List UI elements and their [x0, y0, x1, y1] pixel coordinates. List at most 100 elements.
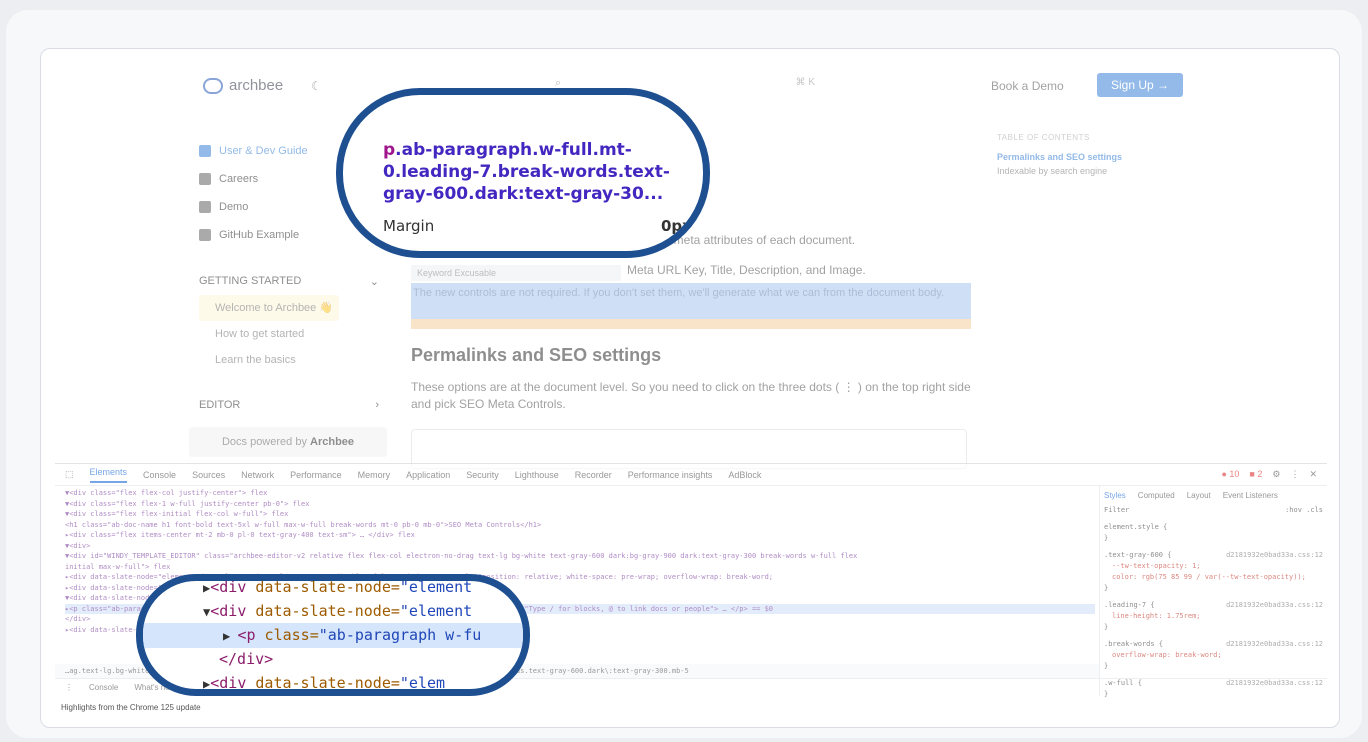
toc-title: TABLE OF CONTENTS	[997, 133, 1090, 142]
sidebar-subitem[interactable]: Learn the basics	[199, 347, 379, 373]
powered-text: Docs powered by	[221, 436, 307, 448]
dom-tree-line[interactable]: ▼<div class="flex flex-1 w-full justify-…	[65, 499, 1095, 510]
tab-layout[interactable]: Layout	[1187, 490, 1211, 501]
section-label: EDITOR	[199, 399, 241, 411]
css-rule[interactable]: element.style {}	[1104, 522, 1323, 544]
toc-item[interactable]: Permalinks and SEO settings	[997, 152, 1257, 162]
screenshot-frame: archbee ☾ ⌕ ⌘ K Book a Demo Sign Up → Us…	[6, 10, 1362, 738]
sidebar-item-github-example[interactable]: GitHub Example	[199, 221, 379, 249]
close-icon[interactable]: ✕	[1309, 469, 1317, 480]
meta-description-line: O meta attributes of each document.	[661, 233, 856, 247]
dom-tree-line[interactable]: ▼<div>	[65, 541, 1095, 552]
more-icon[interactable]: ⋮	[65, 683, 73, 692]
dom-tree-line[interactable]: <h1 class="ab-doc-name h1 font-bold text…	[65, 520, 1095, 531]
tab-memory[interactable]: Memory	[358, 470, 391, 480]
section-label: GETTING STARTED	[199, 275, 302, 287]
css-property[interactable]: line-height: 1.75rem;	[1104, 611, 1323, 622]
powered-by-badge[interactable]: Docs powered by Archbee	[189, 427, 387, 457]
sidebar-item-label: Careers	[219, 173, 259, 185]
dom-tree-line[interactable]: initial max-w-full"> flex	[65, 562, 1095, 573]
css-property[interactable]: color: rgb(75 85 99 / var(--tw-text-opac…	[1104, 572, 1323, 583]
tab-adblock[interactable]: AdBlock	[728, 470, 761, 480]
table-of-contents: TABLE OF CONTENTS Permalinks and SEO set…	[997, 133, 1257, 176]
css-rule-close: }	[1104, 662, 1109, 670]
css-rule[interactable]: .leading-7 {d2181932e0bad33a.css:12 line-…	[1104, 600, 1323, 633]
sidebar-subitem[interactable]: Welcome to Archbee 👋	[199, 295, 339, 321]
tab-lighthouse[interactable]: Lighthouse	[515, 470, 559, 480]
section-heading: Permalinks and SEO settings	[411, 345, 662, 365]
margin-value: 0px	[661, 217, 692, 235]
dom-tree-line[interactable]: ▼<div id="WINDY_TEMPLATE_EDITOR" class="…	[65, 551, 1095, 562]
css-source-link[interactable]: d2181932e0bad33a.css:12	[1226, 600, 1323, 611]
filter-options[interactable]: :hov .cls	[1285, 505, 1323, 516]
dom-line-selected[interactable]: ▶ <p class="ab-paragraph w-fu	[143, 623, 523, 648]
tab-sources[interactable]: Sources	[192, 470, 225, 480]
devtools-status: ● 10 ■ 2 ⚙ ⋮ ✕	[1221, 469, 1327, 480]
highlighted-paragraph: The new controls are not required. If yo…	[411, 283, 971, 319]
css-rules: element.style {} .text-gray-600 {d2181932…	[1104, 522, 1323, 700]
tab-network[interactable]: Network	[241, 470, 274, 480]
devtools-tabbar: ⬚ Elements Console Sources Network Perfo…	[55, 464, 1327, 486]
settings-icon[interactable]: ⚙	[1272, 469, 1280, 480]
tab-event-listeners[interactable]: Event Listeners	[1223, 490, 1278, 501]
css-rule[interactable]: .break-words {d2181932e0bad33a.css:12 ove…	[1104, 639, 1323, 672]
error-count[interactable]: ● 10	[1221, 469, 1239, 480]
magnifier-dom-callout: ▶<div data-slate-node="element ▼<div dat…	[136, 574, 530, 696]
sidebar-item-label: GitHub Example	[219, 229, 300, 241]
tag: <p	[237, 626, 265, 644]
tab-console[interactable]: Console	[143, 470, 176, 480]
css-rule-close: }	[1104, 534, 1109, 542]
more-icon[interactable]: ⋮	[1290, 469, 1299, 480]
margin-label: Margin	[383, 217, 435, 235]
inspect-icon[interactable]: ⬚	[65, 469, 74, 480]
sidebar-section-getting-started[interactable]: GETTING STARTED ⌄	[199, 267, 379, 295]
dom-line: ▶<div data-slate-node="element	[203, 578, 473, 596]
tab-computed[interactable]: Computed	[1138, 490, 1175, 501]
css-source-link[interactable]: d2181932e0bad33a.css:12	[1226, 550, 1323, 561]
styles-tabs: Styles Computed Layout Event Listeners	[1104, 490, 1323, 501]
tab-elements[interactable]: Elements	[89, 467, 128, 483]
filter-placeholder: Filter	[1104, 506, 1130, 514]
dom-tree-line[interactable]: ▼<div class="flex flex-col justify-cente…	[65, 488, 1095, 499]
keyword-field[interactable]: Keyword Excusable	[411, 265, 621, 281]
search-shortcut: ⌘ K	[795, 77, 815, 88]
attr: data-slate-node=	[255, 674, 400, 692]
drawer-tab-console[interactable]: Console	[89, 683, 118, 692]
archbee-logo[interactable]: archbee	[203, 77, 283, 94]
dom-line: ▼<div data-slate-node="element	[203, 602, 473, 620]
styles-filter[interactable]: Filter :hov .cls	[1104, 505, 1323, 516]
attr: data-slate-node=	[255, 578, 400, 596]
signup-button[interactable]: Sign Up →	[1097, 73, 1183, 97]
dom-line: ▶<div data-slate-node="elem	[203, 674, 446, 692]
css-selector: .leading-7 {d2181932e0bad33a.css:12	[1104, 600, 1323, 611]
dom-tree-line[interactable]: ▸<div class="flex items-center mt-2 mb-0…	[65, 530, 1095, 541]
tab-recorder[interactable]: Recorder	[575, 470, 612, 480]
dom-line: </div>	[219, 650, 274, 668]
powered-brand: Archbee	[310, 436, 355, 448]
css-property[interactable]: --tw-text-opacity: 1;	[1104, 561, 1323, 572]
tab-performance[interactable]: Performance	[290, 470, 342, 480]
attr: data-slate-node=	[255, 602, 400, 620]
css-property[interactable]: overflow-wrap: break-word;	[1104, 650, 1323, 661]
moon-icon[interactable]: ☾	[311, 79, 322, 93]
css-source-link[interactable]: d2181932e0bad33a.css:12	[1226, 639, 1323, 650]
error-count-value: 10	[1229, 469, 1240, 479]
warning-count[interactable]: ■ 2	[1249, 469, 1262, 480]
tab-styles[interactable]: Styles	[1104, 490, 1126, 501]
css-rule[interactable]: .text-gray-600 {d2181932e0bad33a.css:12-…	[1104, 550, 1323, 594]
sidebar-subitem[interactable]: How to get started	[199, 321, 379, 347]
book-demo-link[interactable]: Book a Demo	[991, 79, 1064, 93]
briefcase-icon	[199, 173, 211, 185]
sidebar-section-editor[interactable]: EDITOR ›	[199, 391, 379, 419]
dom-tree-line[interactable]: ▼<div class="flex flex-initial flex-col …	[65, 509, 1095, 520]
tab-application[interactable]: Application	[406, 470, 450, 480]
warning-count-value: 2	[1257, 469, 1263, 479]
sidebar-item-label: User & Dev Guide	[219, 145, 308, 157]
tag-name: p	[383, 140, 396, 160]
css-selector: .text-gray-600 {d2181932e0bad33a.css:12	[1104, 550, 1323, 561]
css-selector: .break-words {d2181932e0bad33a.css:12	[1104, 639, 1323, 650]
tab-security[interactable]: Security	[466, 470, 499, 480]
whats-new-note: Highlights from the Chrome 125 update	[61, 703, 201, 712]
tab-performance-insights[interactable]: Performance insights	[628, 470, 713, 480]
toc-item[interactable]: Indexable by search engine	[997, 166, 1257, 176]
